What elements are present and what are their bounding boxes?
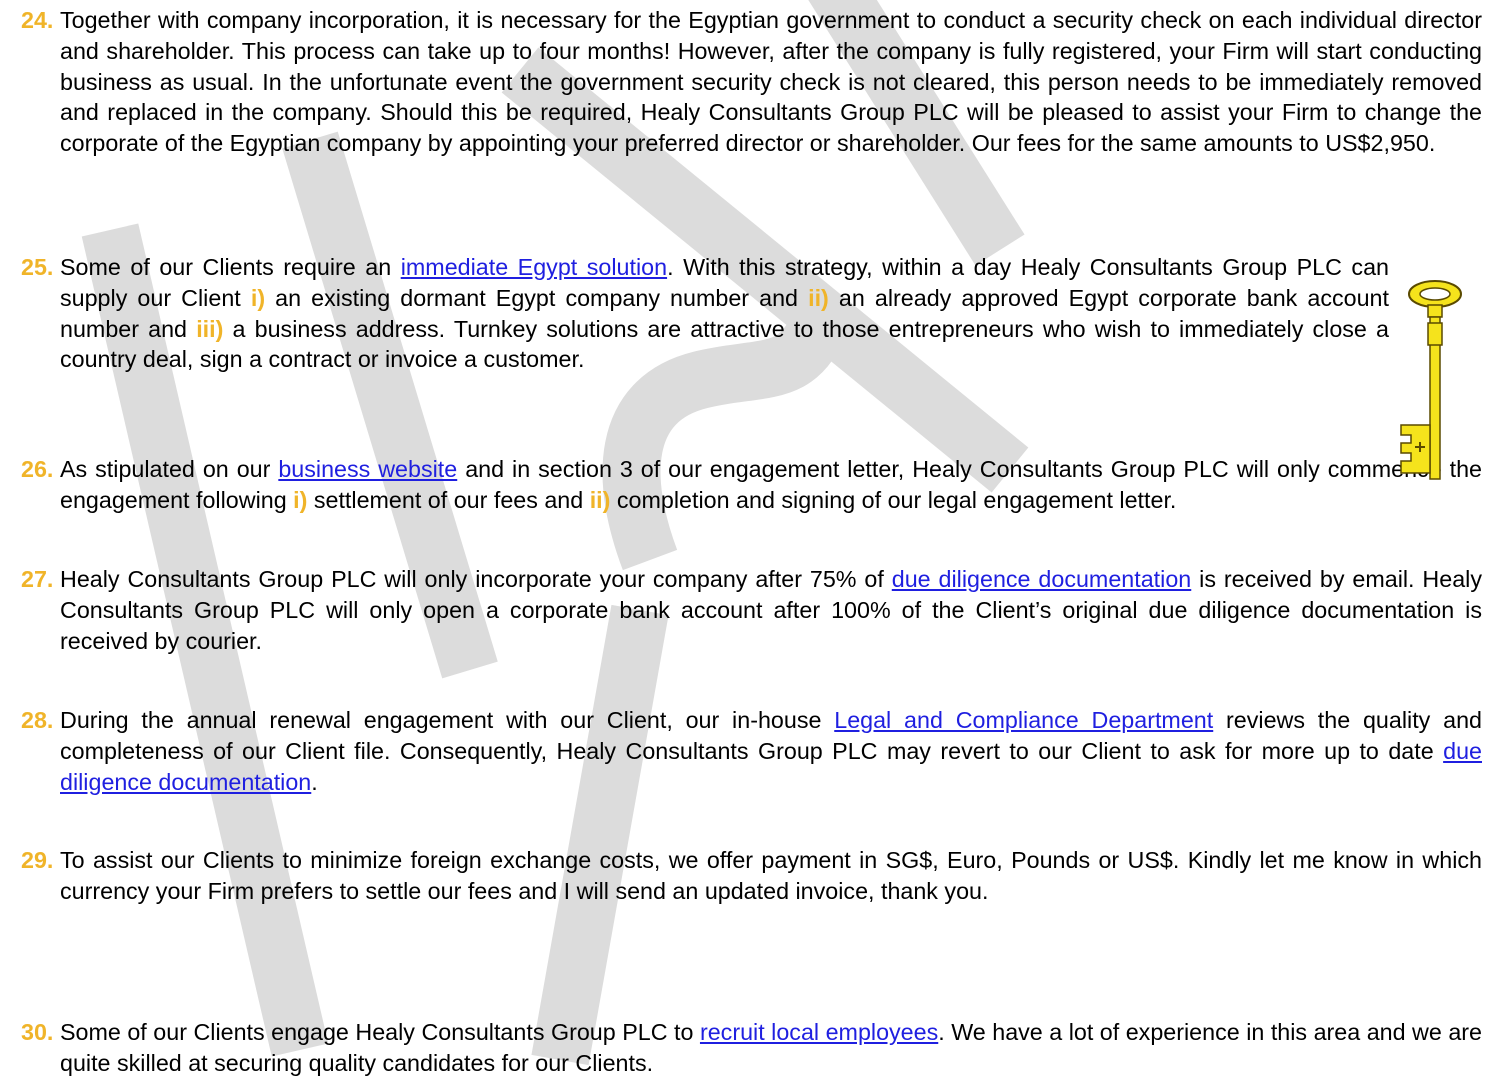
item-number: 24. [21, 7, 54, 33]
key-icon [1400, 280, 1462, 480]
immediate-egypt-solution-link[interactable]: immediate Egypt solution [401, 254, 667, 280]
recruit-local-employees-link[interactable]: recruit local employees [700, 1019, 938, 1045]
marker-i: i) [250, 284, 266, 311]
item-number: 26. [21, 456, 54, 482]
business-website-link[interactable]: business website [278, 456, 457, 482]
legal-compliance-department-link[interactable]: Legal and Compliance Department [834, 707, 1213, 733]
item-number: 25. [21, 254, 54, 280]
list-item-26: 26. As stipulated on our business websit… [21, 454, 1482, 516]
marker-ii: ii) [589, 486, 611, 513]
item-number: 27. [21, 566, 54, 592]
list-item-27: 27. Healy Consultants Group PLC will onl… [21, 564, 1482, 656]
item-text: Some of our Clients engage Healy Consult… [60, 1019, 1482, 1076]
item-text: During the annual renewal engagement wit… [60, 707, 1482, 795]
draft-watermark [81, 0, 1029, 1066]
item-text: To assist our Clients to minimize foreig… [60, 847, 1482, 904]
item-text: Together with company incorporation, it … [60, 7, 1482, 157]
list-item-30: 30. Some of our Clients engage Healy Con… [21, 1017, 1482, 1079]
marker-iii: iii) [196, 315, 224, 342]
list-item-24: 24. Together with company incorporation,… [21, 5, 1482, 159]
marker-i: i) [293, 486, 308, 513]
item-text: Healy Consultants Group PLC will only in… [60, 566, 1482, 654]
list-item-25: 25. Some of our Clients require an immed… [21, 252, 1389, 375]
item-text: Some of our Clients require an immediate… [60, 254, 1390, 373]
due-diligence-documentation-link[interactable]: due diligence documentation [892, 566, 1191, 592]
marker-ii: ii) [808, 284, 829, 311]
list-item-28: 28. During the annual renewal engagement… [21, 705, 1482, 797]
item-number: 30. [21, 1019, 54, 1045]
item-number: 29. [21, 847, 54, 873]
item-number: 28. [21, 707, 54, 733]
item-text: As stipulated on our business website an… [60, 456, 1482, 513]
list-item-29: 29. To assist our Clients to minimize fo… [21, 845, 1482, 907]
